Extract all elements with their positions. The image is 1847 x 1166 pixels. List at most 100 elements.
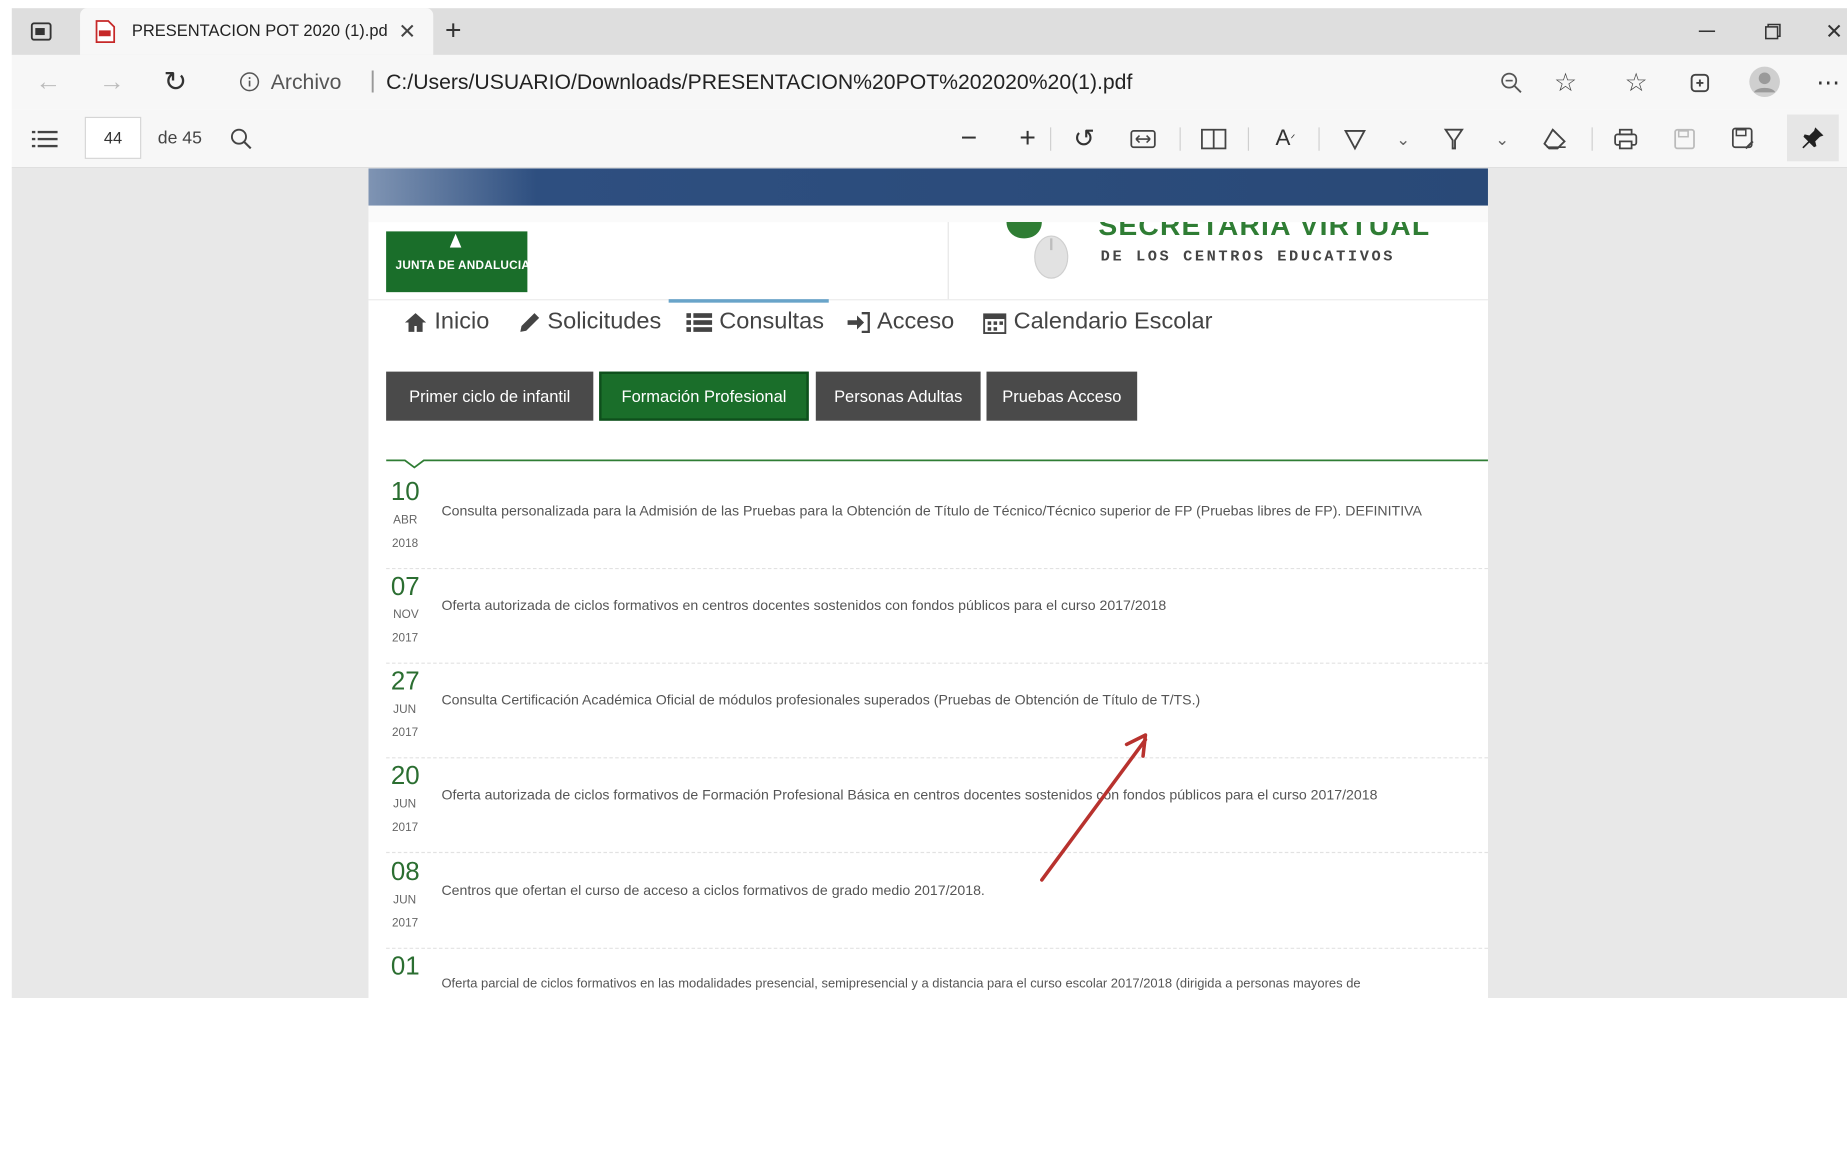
embedded-address-strip xyxy=(368,205,1488,224)
item-year: 2017 xyxy=(392,632,419,646)
item-month: NOV xyxy=(393,608,419,622)
sign-in-icon xyxy=(847,311,870,333)
nav-item-inicio[interactable]: Inicio xyxy=(404,308,490,336)
minimize-icon[interactable] xyxy=(1690,18,1723,46)
item-month: JUN xyxy=(393,798,417,812)
chevron-down-icon[interactable]: ⌄ xyxy=(1490,126,1514,152)
eraser-icon[interactable] xyxy=(1540,124,1571,154)
collections-icon[interactable] xyxy=(1683,67,1716,100)
address-field[interactable]: Archivo | C:/Users/USUARIO/Downloads/PRE… xyxy=(224,62,1425,102)
page-view-icon[interactable] xyxy=(1198,124,1229,154)
add-favorite-icon[interactable]: ☆ xyxy=(1549,67,1582,100)
item-day: 10 xyxy=(390,476,420,507)
filter-pruebas-acceso[interactable]: Pruebas Acceso xyxy=(986,371,1138,421)
list-item[interactable]: 10 ABR 2018 Consulta personalizada para … xyxy=(386,474,1488,570)
page-number-input[interactable] xyxy=(84,116,142,159)
list-item[interactable]: 07 NOV 2017 Oferta autorizada de ciclos … xyxy=(386,569,1488,664)
item-year: 2017 xyxy=(392,726,419,740)
highlight-icon[interactable] xyxy=(1439,124,1470,154)
browser-window: PRESENTACION POT 2020 (1).pd ✕ + ✕ ← → ↻… xyxy=(0,0,1847,998)
rotate-icon[interactable]: ↺ xyxy=(1069,124,1100,154)
item-day: 27 xyxy=(390,666,420,696)
filter-formacion-profesional[interactable]: Formación Profesional xyxy=(599,371,809,421)
profile-avatar-icon[interactable] xyxy=(1747,64,1782,99)
back-icon[interactable]: ← xyxy=(33,67,64,97)
calendar-icon xyxy=(983,312,1007,334)
mouse-logo-icon xyxy=(1004,222,1075,287)
zoom-icon[interactable] xyxy=(1497,69,1525,97)
chevron-down-icon[interactable]: ⌄ xyxy=(1391,126,1415,152)
item-year: 2017 xyxy=(392,821,419,835)
page-banner xyxy=(368,168,1488,206)
item-link[interactable]: Consulta Certificación Académica Oficial… xyxy=(441,692,1200,708)
nav-item-consultas[interactable]: Consultas xyxy=(686,309,824,336)
list-icon xyxy=(686,312,713,332)
close-tab-icon[interactable]: ✕ xyxy=(396,19,420,43)
site-header: JUNTA DE ANDALUCIA SECRETARIA VIRTUAL DE… xyxy=(368,222,1488,301)
address-url: C:/Users/USUARIO/Downloads/PRESENTACION%… xyxy=(386,70,1133,94)
item-month: ABR xyxy=(393,514,418,528)
zoom-out-icon[interactable]: − xyxy=(954,123,985,155)
separator xyxy=(1591,127,1593,151)
draw-icon[interactable] xyxy=(1340,124,1371,154)
read-aloud-icon[interactable]: Aᐟ xyxy=(1269,124,1302,154)
contents-icon[interactable] xyxy=(28,124,61,154)
address-bar-row: ← → ↻ Archivo | C:/Users/USUARIO/Downloa… xyxy=(11,54,1847,110)
tab-title: PRESENTACION POT 2020 (1).pd xyxy=(131,21,388,40)
list-item[interactable]: 27 JUN 2017 Consulta Certificación Acadé… xyxy=(386,664,1488,759)
print-icon[interactable] xyxy=(1610,124,1641,154)
nav-item-acceso[interactable]: Acceso xyxy=(846,309,954,336)
tab-pdf[interactable]: PRESENTACION POT 2020 (1).pd ✕ xyxy=(80,8,434,55)
nav-label: Inicio xyxy=(434,308,490,335)
pin-toolbar-button[interactable] xyxy=(1786,114,1839,162)
reload-icon[interactable]: ↻ xyxy=(160,66,191,98)
item-link[interactable]: Oferta autorizada de ciclos formativos d… xyxy=(441,786,1377,802)
item-month: JUN xyxy=(393,703,417,717)
brand-title: SECRETARIA VIRTUAL xyxy=(1098,222,1451,238)
search-icon[interactable] xyxy=(226,124,257,154)
junta-logo[interactable]: JUNTA DE ANDALUCIA xyxy=(386,231,530,293)
close-window-icon[interactable]: ✕ xyxy=(1820,18,1847,46)
nav-label: Acceso xyxy=(877,308,955,335)
save-as-icon[interactable] xyxy=(1728,124,1759,154)
title-bar: PRESENTACION POT 2020 (1).pd ✕ + ✕ xyxy=(11,8,1847,55)
item-day: 20 xyxy=(390,760,420,790)
separator xyxy=(1179,127,1181,151)
address-divider: | xyxy=(369,67,376,94)
item-day: 07 xyxy=(390,571,420,601)
list-item[interactable]: 08 JUN 2017 Centros que ofertan el curso… xyxy=(386,854,1488,949)
item-link[interactable]: Centros que ofertan el curso de acceso a… xyxy=(441,882,984,898)
nav-label: Calendario Escolar xyxy=(1013,308,1213,335)
pdf-icon xyxy=(92,19,118,45)
nav-active-indicator xyxy=(668,299,829,303)
item-day: 08 xyxy=(390,856,420,886)
item-year: 2017 xyxy=(392,917,419,931)
list-item[interactable]: 20 JUN 2017 Oferta autorizada de ciclos … xyxy=(386,758,1488,854)
logo-emblem xyxy=(449,233,462,248)
filter-primer-ciclo[interactable]: Primer ciclo de infantil xyxy=(386,371,594,421)
separator xyxy=(1050,127,1052,151)
pdf-viewer[interactable]: JUNTA DE ANDALUCIA SECRETARIA VIRTUAL DE… xyxy=(11,168,1847,998)
forward-icon[interactable]: → xyxy=(97,67,128,97)
fit-page-icon[interactable] xyxy=(1128,124,1159,154)
tab-actions-icon[interactable] xyxy=(28,20,54,43)
pdf-toolbar: de 45 − + ↺ Aᐟ ⌄ ⌄ xyxy=(11,109,1847,169)
new-tab-icon[interactable]: + xyxy=(438,15,469,48)
zoom-in-icon[interactable]: + xyxy=(1012,123,1043,155)
brand-subtitle: DE LOS CENTROS EDUCATIVOS xyxy=(1100,247,1396,266)
favorites-icon[interactable]: ☆ xyxy=(1620,67,1653,100)
info-icon[interactable] xyxy=(238,70,262,93)
more-options-icon[interactable]: ⋯ xyxy=(1813,67,1844,97)
list-item[interactable]: 01 Oferta parcial de ciclos formativos e… xyxy=(386,949,1488,998)
nav-item-solicitudes[interactable]: Solicitudes xyxy=(519,309,661,336)
brand-top: SECRETARIA VIRTUAL xyxy=(1098,222,1431,239)
filter-personas-adultas[interactable]: Personas Adultas xyxy=(815,371,981,421)
nav-label: Consultas xyxy=(719,308,824,335)
item-link[interactable]: Oferta parcial de ciclos formativos en l… xyxy=(441,977,1360,991)
item-year: 2018 xyxy=(392,537,419,551)
save-icon[interactable] xyxy=(1669,124,1700,154)
item-link[interactable]: Oferta autorizada de ciclos formativos e… xyxy=(441,597,1166,613)
item-link[interactable]: Consulta personalizada para la Admisión … xyxy=(441,502,1421,518)
restore-icon[interactable] xyxy=(1756,18,1789,46)
nav-item-calendario[interactable]: Calendario Escolar xyxy=(983,308,1213,336)
